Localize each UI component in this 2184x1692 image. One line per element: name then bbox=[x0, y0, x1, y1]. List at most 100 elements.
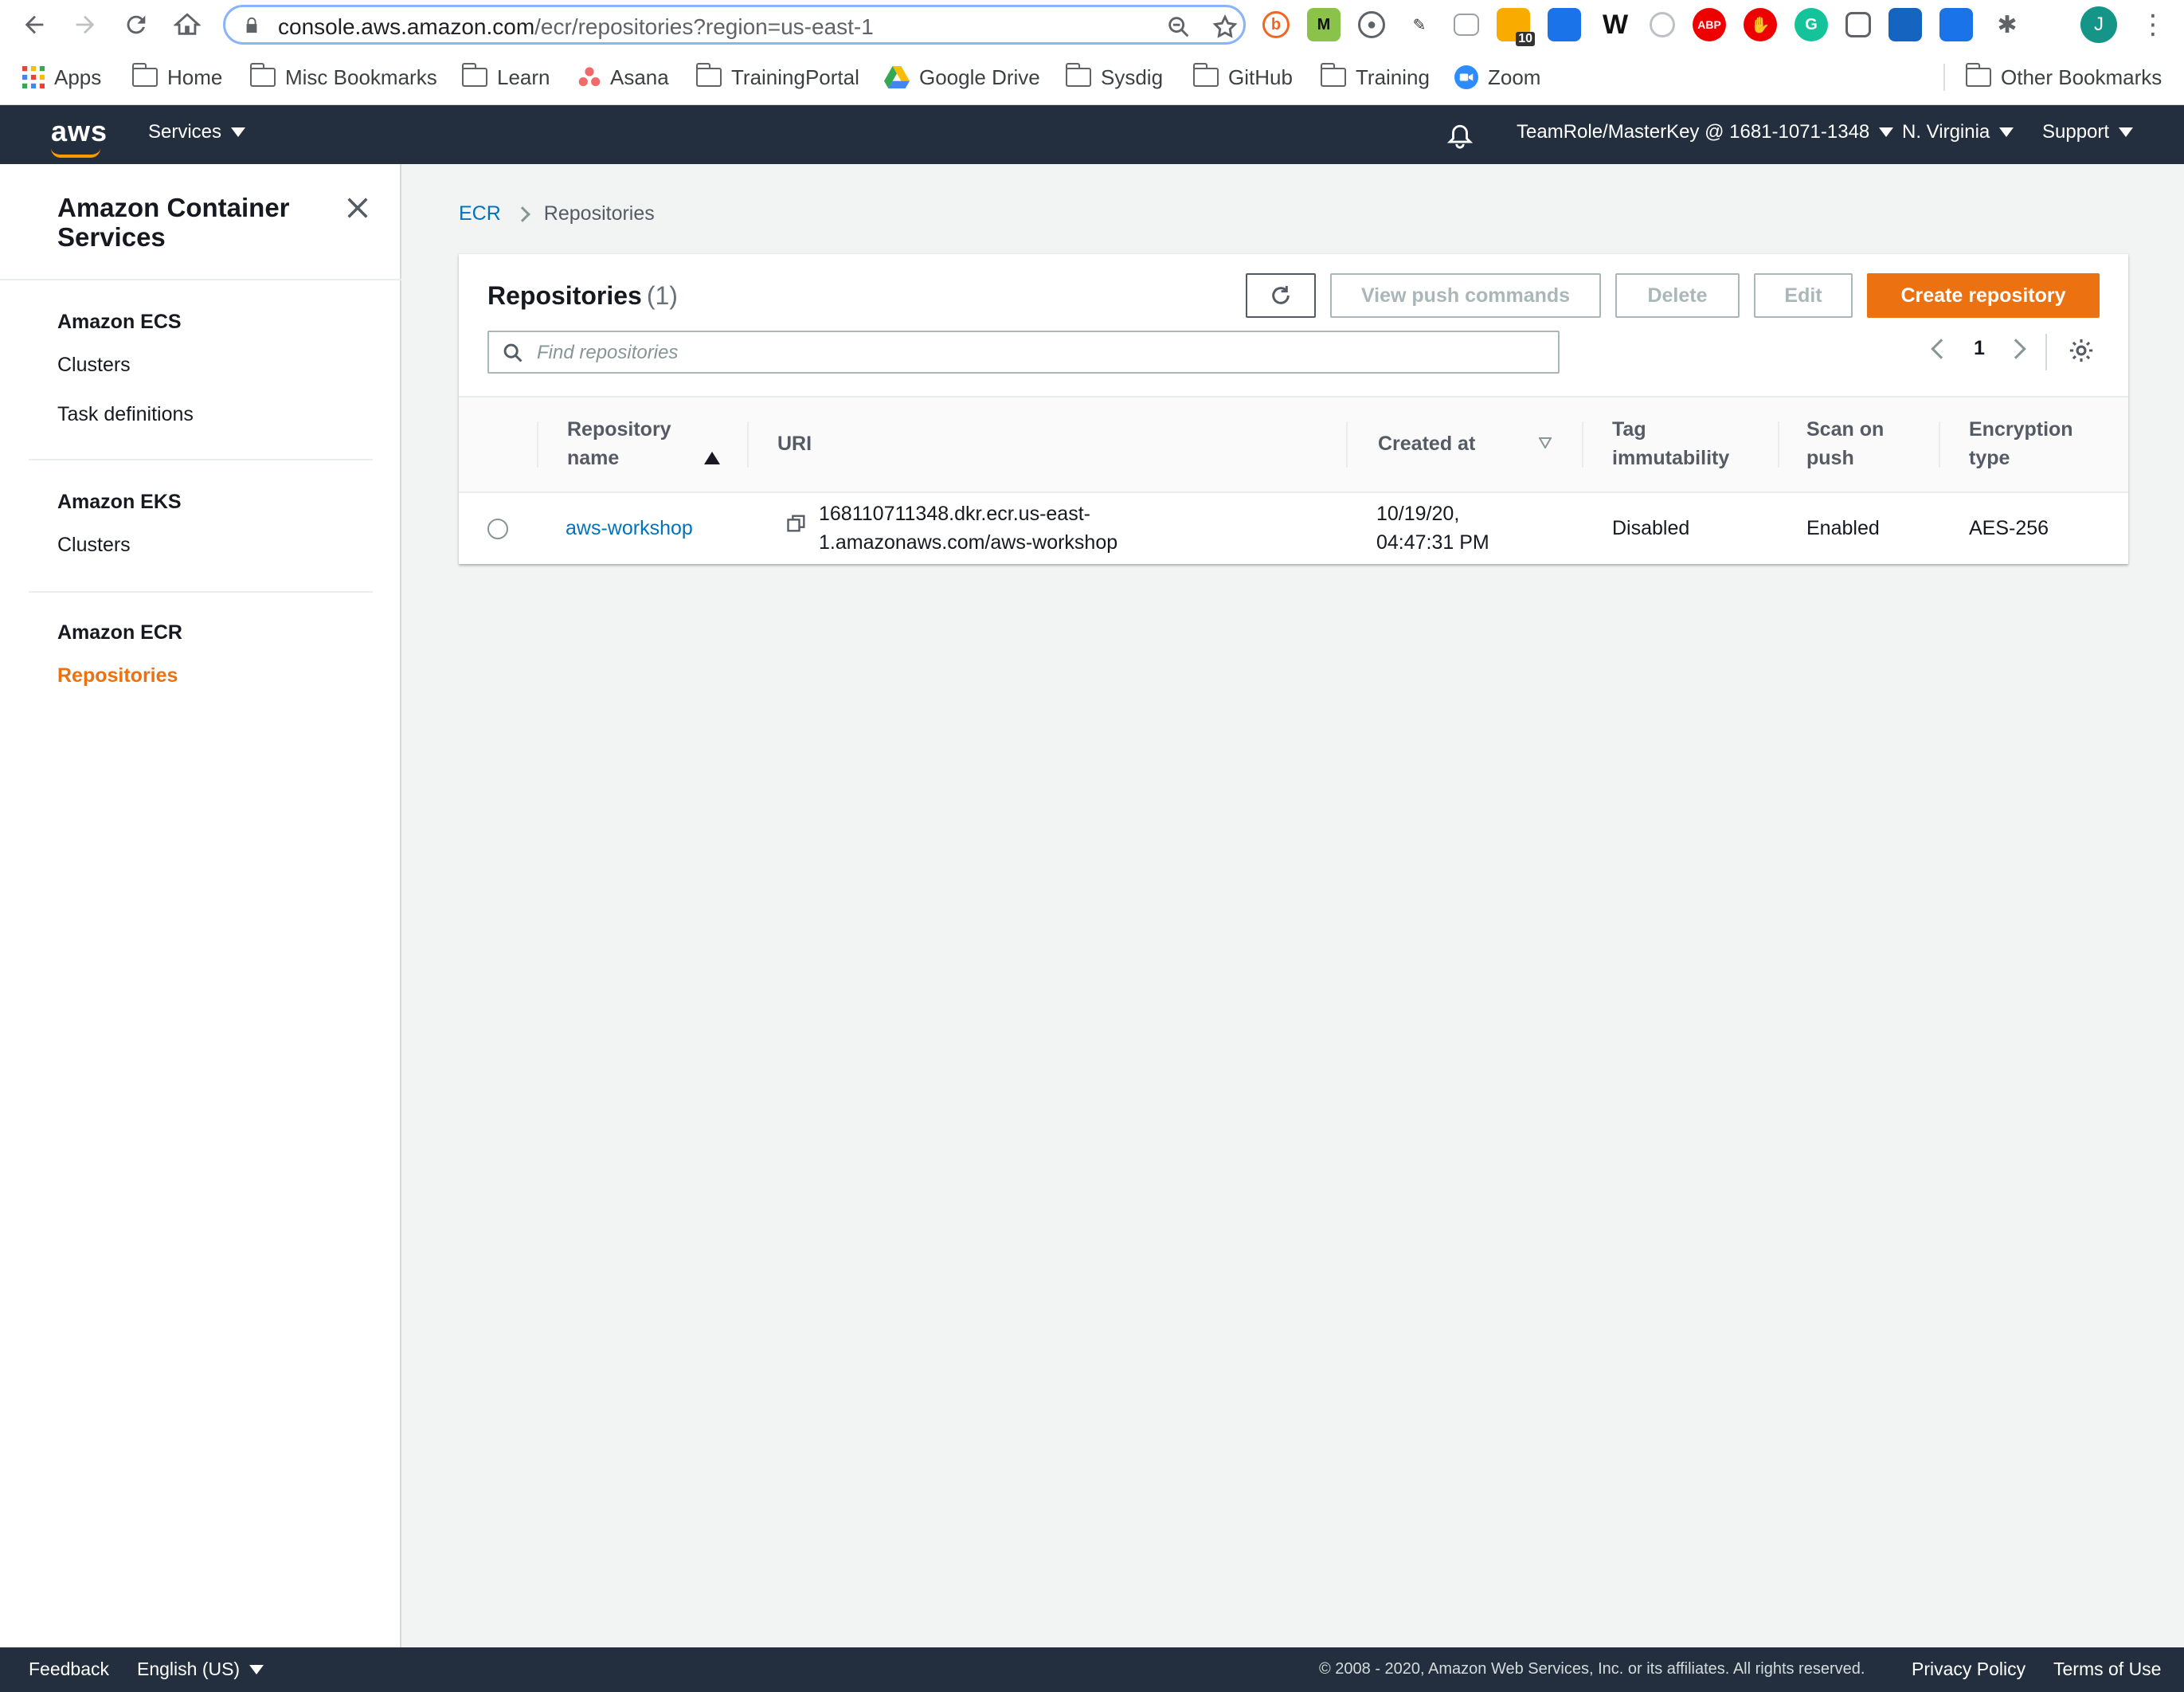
edit-button[interactable]: Edit bbox=[1754, 273, 1853, 318]
sort-descending-icon[interactable] bbox=[1539, 437, 1552, 448]
folder-icon bbox=[249, 63, 276, 87]
region-menu[interactable]: N. Virginia bbox=[1902, 121, 2014, 143]
prev-page-icon[interactable] bbox=[1931, 339, 1951, 359]
table-row[interactable]: aws-workshop 168110711348.dkr.ecr.us-eas… bbox=[459, 493, 2128, 565]
w-extension-icon[interactable]: W bbox=[1599, 8, 1632, 41]
honey-extension-icon[interactable]: b bbox=[1262, 11, 1290, 38]
browser-menu-icon[interactable]: ⋮ bbox=[2139, 8, 2166, 41]
clipboard-extension-icon[interactable] bbox=[1454, 14, 1479, 36]
bookmark-home[interactable]: Home bbox=[131, 63, 222, 91]
bookmark-label: Learn bbox=[497, 65, 550, 89]
bookmark-sysdig[interactable]: Sysdig bbox=[1065, 63, 1163, 91]
url-host: console.aws.amazon.com bbox=[278, 14, 535, 39]
column-encryption-type[interactable]: Encryption type bbox=[1969, 415, 2073, 472]
bookmark-zoom[interactable]: Zoom bbox=[1454, 64, 1540, 91]
home-button[interactable] bbox=[170, 8, 204, 41]
language-selector[interactable]: English (US) bbox=[137, 1659, 264, 1680]
bookmark-training[interactable]: Training bbox=[1320, 63, 1430, 91]
column-tag-immutability[interactable]: Tag immutability bbox=[1612, 415, 1729, 472]
repositories-panel: Repositories (1) View push commands Delet… bbox=[459, 253, 2128, 564]
column-scan-on-push[interactable]: Scan on push bbox=[1806, 415, 1884, 472]
tag-immutability-value: Disabled bbox=[1612, 517, 1690, 539]
accessibility-extension-icon[interactable]: ● bbox=[1358, 11, 1385, 38]
zoom-icon[interactable] bbox=[1165, 14, 1192, 41]
sidebar-heading-eks: Amazon EKS bbox=[57, 491, 182, 513]
aws-console-header: aws Services TeamRole/MasterKey @ 1681-1… bbox=[0, 105, 2184, 164]
bookmark-github[interactable]: GitHub bbox=[1192, 63, 1293, 91]
bookmark-learn[interactable]: Learn bbox=[461, 63, 550, 91]
column-uri[interactable]: URI bbox=[777, 429, 812, 458]
support-menu[interactable]: Support bbox=[2042, 121, 2134, 143]
repository-count: (1) bbox=[646, 281, 678, 310]
calendar-extension-icon[interactable]: 10 bbox=[1497, 8, 1535, 46]
sidebar-item-task-definitions[interactable]: Task definitions bbox=[57, 403, 194, 426]
bookmark-asana[interactable]: Asana bbox=[578, 64, 669, 91]
bookmark-label: Other Bookmarks bbox=[2001, 65, 2162, 89]
sort-ascending-icon[interactable] bbox=[704, 452, 720, 464]
forward-button[interactable] bbox=[68, 8, 102, 41]
search-icon bbox=[503, 343, 523, 362]
column-label: immutability bbox=[1612, 447, 1730, 469]
privacy-policy-link[interactable]: Privacy Policy bbox=[1912, 1659, 2025, 1680]
circle-extension-icon[interactable] bbox=[1650, 12, 1675, 37]
grammarly-extension-icon[interactable]: G bbox=[1795, 8, 1828, 41]
repository-name-link[interactable]: aws-workshop bbox=[566, 514, 693, 542]
terms-of-use-link[interactable]: Terms of Use bbox=[2053, 1659, 2161, 1680]
adblock-extension-icon[interactable]: ABP bbox=[1693, 8, 1726, 41]
pen-extension-icon[interactable]: ✎ bbox=[1403, 8, 1436, 41]
view-push-commands-button[interactable]: View push commands bbox=[1330, 273, 1601, 318]
close-icon[interactable] bbox=[344, 194, 371, 221]
column-repository-name[interactable]: Repository name bbox=[567, 415, 671, 472]
bell-icon[interactable] bbox=[1446, 123, 1474, 150]
column-label: name bbox=[567, 447, 620, 469]
star-icon[interactable] bbox=[1211, 14, 1239, 41]
bookmark-misc[interactable]: Misc Bookmarks bbox=[249, 63, 437, 91]
caret-down-icon bbox=[231, 127, 246, 137]
sidebar-item-eks-clusters[interactable]: Clusters bbox=[57, 534, 131, 557]
aws-logo[interactable]: aws bbox=[51, 115, 108, 158]
search-input[interactable] bbox=[537, 337, 1548, 369]
account-menu[interactable]: TeamRole/MasterKey @ 1681-1071-1348 bbox=[1517, 121, 1894, 143]
breadcrumb-ecr[interactable]: ECR bbox=[459, 202, 501, 225]
refresh-button[interactable] bbox=[1246, 273, 1316, 318]
account-label: TeamRole/MasterKey @ 1681-1071-1348 bbox=[1517, 121, 1870, 143]
create-repository-button[interactable]: Create repository bbox=[1867, 273, 2100, 318]
sidebar-heading-ecs: Amazon ECS bbox=[57, 311, 182, 333]
copy-icon[interactable] bbox=[785, 512, 808, 535]
meet-extension-icon[interactable] bbox=[1939, 8, 1973, 41]
puzzle-extensions-icon[interactable]: ✱ bbox=[1990, 8, 2024, 41]
arrow-right-icon bbox=[76, 15, 95, 34]
address-bar[interactable]: console.aws.amazon.com/ecr/repositories?… bbox=[223, 5, 1246, 45]
breadcrumb: ECR Repositories bbox=[459, 202, 655, 225]
back-button[interactable] bbox=[18, 8, 51, 41]
delete-button[interactable]: Delete bbox=[1615, 273, 1740, 318]
caret-down-icon bbox=[1999, 127, 2014, 137]
bulb-extension-icon[interactable] bbox=[1845, 12, 1871, 37]
bookmark-apps[interactable]: Apps bbox=[22, 64, 101, 91]
aws-smile-icon bbox=[51, 148, 100, 158]
bookmark-other[interactable]: Other Bookmarks bbox=[1943, 63, 2162, 91]
gear-icon[interactable] bbox=[2068, 337, 2095, 364]
services-menu[interactable]: Services bbox=[148, 121, 246, 143]
sidebar-item-repositories[interactable]: Repositories bbox=[57, 664, 178, 687]
bookmark-trainingportal[interactable]: TrainingPortal bbox=[695, 63, 859, 91]
screen-extension-icon[interactable] bbox=[1548, 8, 1581, 41]
search-field[interactable] bbox=[487, 331, 1560, 374]
stop-extension-icon[interactable]: ✋ bbox=[1744, 8, 1777, 41]
bookmark-google-drive[interactable]: Google Drive bbox=[884, 64, 1040, 91]
feedback-link[interactable]: Feedback bbox=[29, 1659, 109, 1680]
profile-avatar[interactable]: J bbox=[2080, 6, 2117, 43]
page-number[interactable]: 1 bbox=[1974, 337, 1985, 360]
row-select-radio[interactable] bbox=[487, 519, 508, 539]
folder-icon bbox=[131, 63, 158, 87]
sidebar-item-ecs-clusters[interactable]: Clusters bbox=[57, 354, 131, 377]
column-divider bbox=[1346, 421, 1348, 468]
column-created-at[interactable]: Created at bbox=[1378, 429, 1475, 458]
m-extension-icon[interactable]: M bbox=[1307, 8, 1341, 41]
column-label: Scan on bbox=[1806, 418, 1885, 441]
bookmark-label: Apps bbox=[54, 65, 102, 89]
column-divider bbox=[537, 421, 538, 468]
box-extension-icon[interactable] bbox=[1888, 8, 1922, 41]
next-page-icon[interactable] bbox=[2006, 339, 2026, 359]
reload-button[interactable] bbox=[119, 8, 153, 41]
